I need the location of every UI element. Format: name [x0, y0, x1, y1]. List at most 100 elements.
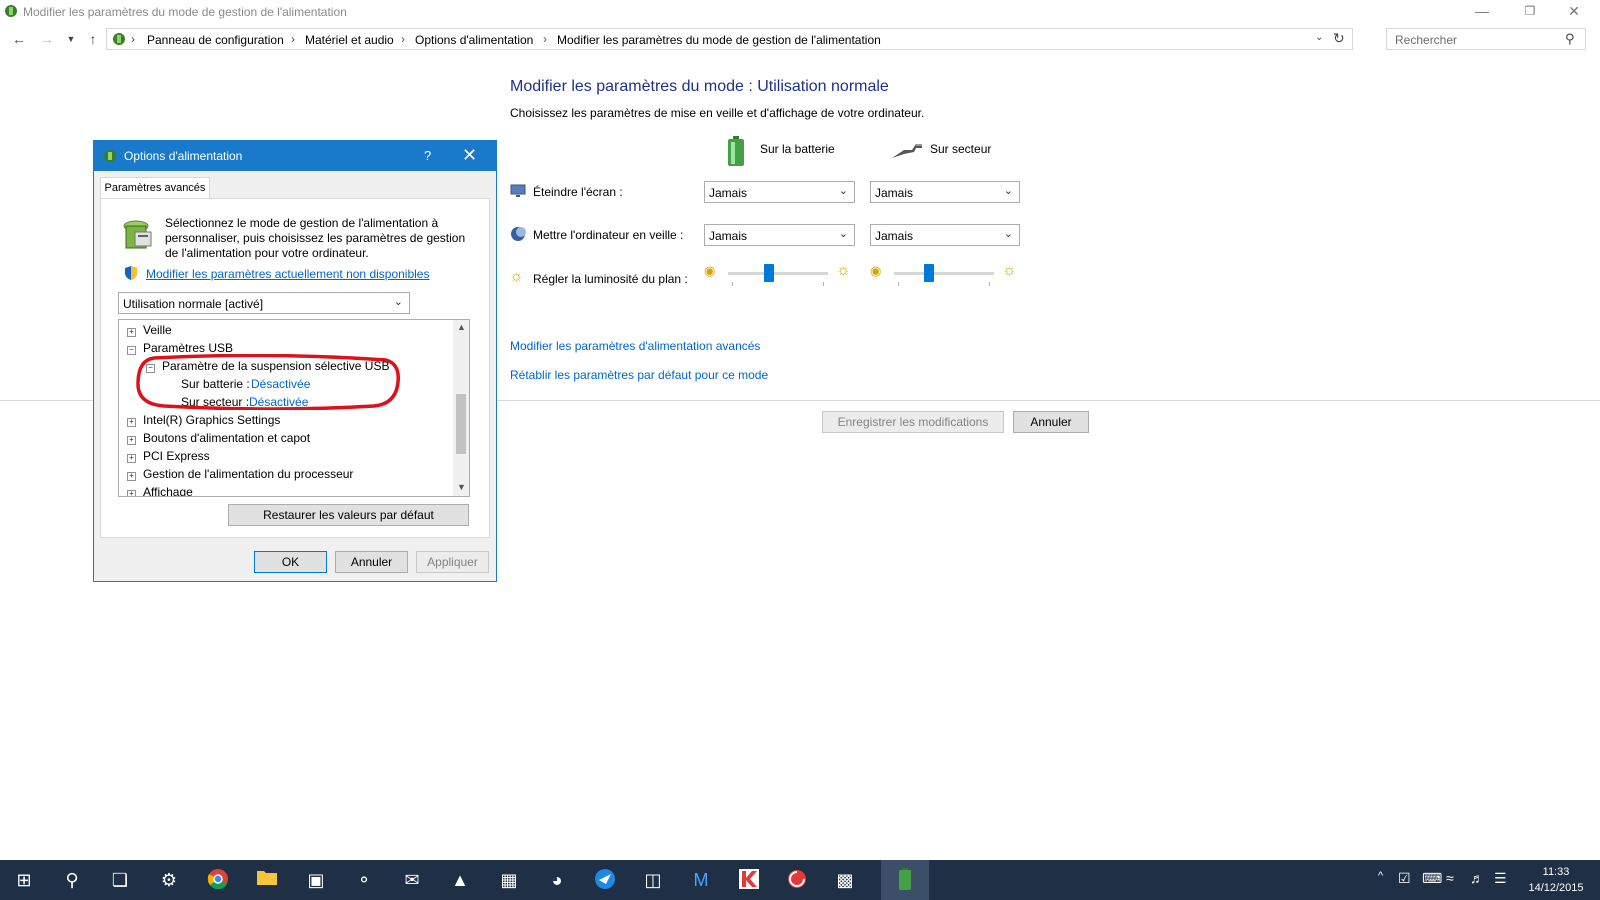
volume-icon[interactable]: ♬ — [1470, 870, 1484, 886]
breadcrumb-separator: › — [401, 32, 405, 46]
taskview-icon[interactable]: ❏ — [108, 868, 132, 892]
tree-item-processor-power[interactable]: Gestion de l'alimentation du processeur — [143, 467, 353, 481]
tree-scrollbar[interactable]: ▲ ▼ — [453, 320, 469, 496]
expand-icon[interactable]: + — [127, 328, 136, 337]
breadcrumb-hardware-sound[interactable]: Matériel et audio — [305, 33, 394, 47]
close-button[interactable]: ✕ — [1552, 0, 1596, 24]
computer-icon[interactable]: ▩ — [833, 868, 857, 892]
sun-icon: ☼ — [509, 268, 524, 285]
brightness-battery-slider[interactable] — [728, 262, 828, 286]
unavailable-settings-link[interactable]: Modifier les paramètres actuellement non… — [146, 267, 429, 281]
store-icon[interactable]: ◫ — [641, 868, 665, 892]
dialog-cancel-button[interactable]: Annuler — [335, 551, 408, 573]
tree-item-intel-graphics[interactable]: Intel(R) Graphics Settings — [143, 413, 280, 427]
search-icon[interactable]: ⚲ — [60, 868, 84, 892]
brightness-ac-thumb[interactable] — [924, 264, 934, 282]
breadcrumb-separator: › — [291, 32, 295, 46]
scroll-down-icon[interactable]: ▼ — [457, 482, 466, 492]
recent-chevron-icon[interactable]: ▼ — [62, 30, 80, 48]
search-icon[interactable]: ⚲ — [1565, 31, 1575, 47]
up-arrow-icon[interactable]: ↑ — [84, 30, 102, 48]
cancel-button[interactable]: Annuler — [1013, 411, 1089, 433]
tree-item-sleep[interactable]: Veille — [143, 323, 172, 337]
expand-icon[interactable]: + — [127, 472, 136, 481]
expand-icon[interactable]: + — [127, 490, 136, 496]
plug-icon — [892, 144, 922, 158]
title-bar: Modifier les paramètres du mode de gesti… — [0, 0, 1600, 26]
scroll-up-icon[interactable]: ▲ — [457, 322, 466, 332]
tab-advanced-settings[interactable]: Paramètres avancés — [100, 177, 210, 199]
taskbar: ⊞ ⚲ ❏ ⚙ ▣ ⚬ ✉ ▲ ▦ ◕ ◫ M ▩ ^ ☑ ⌨ ≈ ♬ ☰ 11… — [0, 860, 1600, 900]
kaspersky-tray-icon[interactable]: ☑ — [1398, 870, 1411, 887]
malwarebytes-icon[interactable]: M — [689, 868, 713, 892]
expand-icon[interactable]: + — [127, 418, 136, 427]
brightness-battery-thumb[interactable] — [764, 264, 774, 282]
tree-item-usb-settings[interactable]: Paramètres USB — [143, 341, 233, 355]
help-button[interactable]: ? — [424, 148, 431, 163]
keyboard-icon[interactable]: ⌨ — [1422, 870, 1442, 887]
screen-off-label: Éteindre l'écran : — [533, 185, 623, 199]
restore-defaults-button[interactable]: Restaurer les valeurs par défaut — [228, 504, 469, 526]
address-bar[interactable]: › Panneau de configuration › Matériel et… — [106, 28, 1353, 50]
mail-icon[interactable]: ✉ — [400, 868, 424, 892]
expand-icon[interactable]: + — [127, 454, 136, 463]
show-hidden-icons[interactable]: ^ — [1378, 870, 1383, 882]
forward-arrow-icon[interactable]: → — [38, 30, 56, 48]
app-icon[interactable]: ▣ — [304, 868, 328, 892]
breadcrumb-separator: › — [131, 32, 135, 46]
chrome-icon[interactable] — [206, 868, 230, 892]
moon-icon — [511, 227, 526, 241]
tree-item-display[interactable]: Affichage — [143, 485, 193, 496]
satellite-icon[interactable]: ⚬ — [352, 868, 376, 892]
network-icon[interactable]: ≈ — [1446, 870, 1454, 886]
ok-button[interactable]: OK — [254, 551, 327, 573]
monitor-icon — [510, 184, 526, 197]
close-icon[interactable]: ✕ — [462, 145, 477, 166]
battery-icon[interactable] — [893, 868, 917, 892]
search-box[interactable]: Rechercher ⚲ — [1386, 28, 1586, 50]
breadcrumb-control-panel[interactable]: Panneau de configuration — [147, 33, 284, 47]
restore-defaults-link[interactable]: Rétablir les paramètres par défaut pour … — [510, 368, 768, 382]
sleep-label: Mettre l'ordinateur en veille : — [533, 228, 684, 242]
minimize-button[interactable]: — — [1460, 0, 1504, 24]
tree-item-pci-express[interactable]: PCI Express — [143, 449, 210, 463]
brightness-ac-slider[interactable] — [894, 262, 994, 286]
back-arrow-icon[interactable]: ← — [10, 30, 28, 48]
clock-date: 14/12/2015 — [1528, 882, 1584, 894]
folder-icon[interactable] — [255, 868, 279, 892]
expand-icon[interactable]: + — [127, 436, 136, 445]
power-options-icon — [5, 5, 17, 17]
brightness-label: Régler la luminosité du plan : — [533, 272, 688, 286]
scroll-thumb[interactable] — [456, 394, 466, 454]
battery-icon — [728, 136, 744, 166]
sleep-ac-select[interactable]: Jamais ⌄ — [870, 224, 1020, 246]
address-dropdown-icon[interactable]: ⌄ — [1315, 32, 1323, 43]
breadcrumb-edit-plan[interactable]: Modifier les paramètres du mode de gesti… — [557, 33, 881, 47]
system-clock[interactable]: 11:33 14/12/2015 — [1526, 864, 1586, 896]
kaspersky-icon[interactable] — [737, 868, 761, 892]
screen-off-battery-select[interactable]: Jamais ⌄ — [704, 181, 855, 203]
apply-button[interactable]: Appliquer — [416, 551, 489, 573]
tree-item-power-buttons[interactable]: Boutons d'alimentation et capot — [143, 431, 310, 445]
advanced-settings-link[interactable]: Modifier les paramètres d'alimentation a… — [510, 339, 760, 353]
paint-icon[interactable]: ◕ — [545, 868, 569, 892]
messenger-icon[interactable] — [593, 868, 617, 892]
gear-icon[interactable]: ⚙ — [157, 868, 181, 892]
power-options-icon — [104, 150, 116, 162]
dialog-description-line-2: personnaliser, puis choisissez les param… — [165, 231, 466, 245]
sun-bright-icon: ☼ — [1002, 262, 1017, 279]
search-input[interactable]: Rechercher — [1395, 33, 1457, 47]
notifications-icon[interactable]: ☰ — [1494, 870, 1507, 887]
dialog-description-line-3: de l'alimentation pour votre ordinateur. — [165, 246, 369, 260]
sleep-battery-select[interactable]: Jamais ⌄ — [704, 224, 855, 246]
calculator-icon[interactable]: ▦ — [497, 868, 521, 892]
screen-off-ac-select[interactable]: Jamais ⌄ — [870, 181, 1020, 203]
refresh-icon[interactable]: ↻ — [1333, 30, 1345, 47]
ccleaner-icon[interactable] — [785, 868, 809, 892]
plan-select[interactable]: Utilisation normale [activé] ⌄ — [118, 292, 410, 314]
bell-icon[interactable]: ▲ — [448, 868, 472, 892]
restore-button[interactable]: ❐ — [1508, 0, 1552, 24]
save-button[interactable]: Enregistrer les modifications — [822, 411, 1004, 433]
windows-start-icon[interactable]: ⊞ — [12, 868, 36, 892]
breadcrumb-power-options[interactable]: Options d'alimentation — [415, 33, 533, 47]
